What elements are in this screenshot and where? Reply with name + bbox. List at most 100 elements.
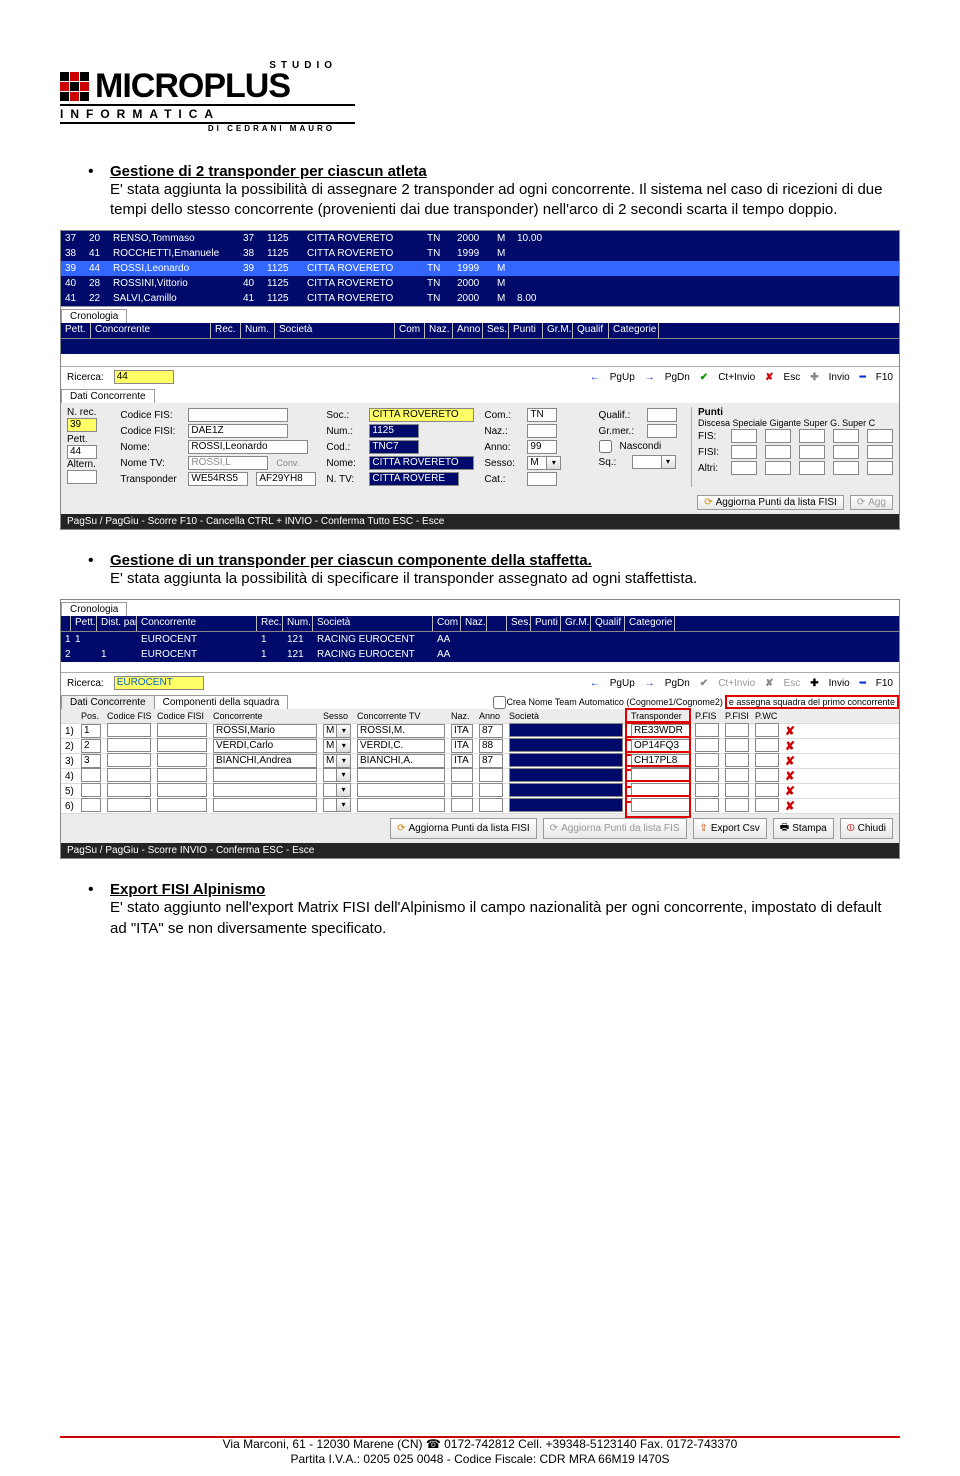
transp-label: Transponder [120, 474, 180, 485]
stampa-button[interactable]: 🖶Stampa [773, 818, 834, 839]
refresh-icon: ⟳ [704, 497, 712, 508]
table-row[interactable]: 21EUROCENT1121RACING EUROCENTAA [61, 647, 899, 662]
table-row[interactable]: 3720RENSO,Tommaso371125CITTA ROVERETOTN2… [61, 231, 899, 246]
pgup-icon[interactable]: ← [590, 678, 600, 689]
logo-brand: MICROPLUS [95, 71, 290, 102]
logo-sub1: INFORMATICA [60, 104, 355, 124]
componente-row[interactable]: 6)▾✘ [61, 799, 899, 814]
nrec-input[interactable]: 39 [67, 418, 97, 432]
com-input[interactable]: TN [527, 408, 557, 422]
nome-input[interactable]: ROSSI,Leonardo [188, 440, 308, 454]
fis-label: FIS: [698, 431, 723, 442]
soc-input[interactable]: CITTA ROVERETO [369, 408, 474, 422]
chiudi-button[interactable]: ⏼Chiudi [840, 818, 893, 839]
ricerca-input-2[interactable]: EUROCENT [114, 676, 204, 690]
transp1-input[interactable]: WE54RS5 [188, 472, 248, 486]
tab-componenti[interactable]: Componenti della squadra [154, 695, 289, 709]
section-1-title: Gestione di 2 transponder per ciascun at… [110, 163, 427, 180]
delete-icon[interactable]: ✘ [785, 754, 795, 768]
delete-icon[interactable]: ✘ [785, 739, 795, 753]
ricerca-input[interactable]: 44 [114, 370, 174, 384]
f10-icon[interactable]: ━ [860, 678, 866, 689]
search-nav-bar-2: Ricerca: EUROCENT ←PgUp →PgDn ✔Ct+Invio … [61, 672, 899, 693]
ctinvio-icon: ✔ [700, 678, 708, 689]
invio-icon[interactable]: ✚ [810, 678, 818, 689]
delete-icon[interactable]: ✘ [785, 769, 795, 783]
ctinvio-icon[interactable]: ✔ [700, 372, 708, 383]
table-row[interactable]: 3944ROSSI,Leonardo391125CITTA ROVERETOTN… [61, 261, 899, 276]
transp2-input[interactable]: AF29YH8 [256, 472, 316, 486]
aggiorna-fisi-button[interactable]: ⟳Aggiorna Punti da lista FISI [697, 495, 844, 510]
phone-icon: ☎ [426, 1437, 441, 1451]
search-nav-bar: Ricerca: 44 ←PgUp →PgDn ✔Ct+Invio ✘Esc ✚… [61, 366, 899, 387]
delete-icon[interactable]: ✘ [785, 724, 795, 738]
crea-nome-checkbox[interactable] [493, 696, 506, 709]
cod-label: Cod.: [326, 442, 361, 453]
status-bar: PagSu / PagGiu - Scorre F10 - Cancella C… [61, 514, 899, 529]
ntv-label: N. TV: [326, 474, 361, 485]
table-row[interactable]: 4028ROSSINI,Vittorio401125CITTA ROVERETO… [61, 276, 899, 291]
altern-input[interactable] [67, 470, 97, 484]
pgup-icon[interactable]: ← [590, 372, 600, 383]
export-csv-button[interactable]: ⇪Export Csv [693, 818, 767, 839]
codfis-input[interactable] [188, 408, 288, 422]
ntv-input[interactable]: CITTA ROVERE [369, 472, 459, 486]
table-row[interactable]: 4122SALVI,Camillo411125CITTA ROVERETOTN2… [61, 291, 899, 306]
cronologia-headers: Pett.ConcorrenteRec.Num.SocietàComNaz.An… [61, 323, 899, 339]
codfisi-label: Codice FISI: [120, 426, 180, 437]
esc-icon: ✘ [765, 678, 773, 689]
pett-input[interactable]: 44 [67, 445, 97, 459]
pgdn-icon[interactable]: → [645, 678, 655, 689]
codfisi-input[interactable]: DAE1Z [188, 424, 288, 438]
assegna-highlight-top: e assegna squadra del primo concorrente [725, 695, 899, 709]
aggiorna-fis-button: ⟳Aggiorna Punti da lista FIS [543, 818, 687, 839]
num-input[interactable]: 1125 [369, 424, 419, 438]
ricerca-label: Ricerca: [67, 372, 104, 383]
qualif-label: Qualif.: [599, 410, 639, 421]
cat-input[interactable] [527, 472, 557, 486]
pgdn-icon[interactable]: → [645, 372, 655, 383]
cat-label: Cat.: [484, 474, 519, 485]
table-row[interactable]: 11EUROCENT1121RACING EUROCENTAA [61, 632, 899, 647]
table-row[interactable]: 3841ROCCHETTI,Emanuele381125CITTA ROVERE… [61, 246, 899, 261]
f10-icon[interactable]: ━ [860, 372, 866, 383]
sq-select[interactable]: ▾ [632, 455, 676, 469]
qualif-input[interactable] [647, 408, 677, 422]
ricerca-label-2: Ricerca: [67, 678, 104, 689]
tab-cronologia-2[interactable]: Cronologia [61, 602, 127, 616]
esc-icon[interactable]: ✘ [765, 372, 773, 383]
section-1: Gestione di 2 transponder per ciascun at… [88, 163, 900, 221]
delete-icon[interactable]: ✘ [785, 799, 795, 813]
section-2-title: Gestione di un transponder per ciascun c… [110, 552, 592, 569]
delete-icon[interactable]: ✘ [785, 784, 795, 798]
punti-cols: Discesa Speciale Gigante Super G. Super … [698, 418, 893, 428]
section-3: Export FISI Alpinismo E' stato aggiunto … [88, 881, 900, 939]
logo: STUDIO MICROPLUS INFORMATICA DI CEDRANI … [60, 60, 355, 133]
sesso-select[interactable]: M▾ [527, 456, 561, 470]
naz-label: Naz.: [484, 426, 519, 437]
grmer-input[interactable] [647, 424, 677, 438]
logo-sub2: DI CEDRANI MAURO [60, 124, 355, 133]
staffetta-headers: Pett.Dist. par.ConcorrenteRec.Num.Societ… [61, 616, 899, 632]
section-2: Gestione di un transponder per ciascun c… [88, 552, 900, 589]
page-footer: Via Marconi, 61 - 12030 Marene (CN) ☎ 01… [0, 1437, 960, 1466]
anno-label: Anno: [484, 442, 519, 453]
nascondi-checkbox[interactable] [599, 440, 612, 453]
status-bar-2: PagSu / PagGiu - Scorre INVIO - Conferma… [61, 843, 899, 858]
exit-icon: ⏼ [847, 823, 855, 834]
nome-label: Nome: [120, 442, 180, 453]
tab-cronologia[interactable]: Cronologia [61, 309, 127, 323]
screenshot-staffetta: Cronologia Pett.Dist. par.ConcorrenteRec… [60, 599, 900, 859]
refresh-icon: ⟳ [857, 497, 865, 508]
anno-input[interactable]: 99 [527, 440, 557, 454]
footer-tel: 0172-742812 Cell. +39348-5123140 Fax. 01… [441, 1437, 738, 1451]
cod-input[interactable]: TNC7 [369, 440, 419, 454]
aggiorna-fisi-button-2[interactable]: ⟳Aggiorna Punti da lista FISI [390, 818, 537, 839]
naz-input[interactable] [527, 424, 557, 438]
punti-title: Punti [698, 407, 893, 418]
footer-addr: Via Marconi, 61 - 12030 Marene (CN) [223, 1437, 426, 1451]
tab-dati-concorrente-2[interactable]: Dati Concorrente [61, 695, 155, 709]
nome2-input[interactable]: CITTA ROVERETO [369, 456, 474, 470]
nometv-input[interactable]: ROSSI,L [188, 456, 268, 470]
tab-dati-concorrente[interactable]: Dati Concorrente [61, 389, 155, 403]
